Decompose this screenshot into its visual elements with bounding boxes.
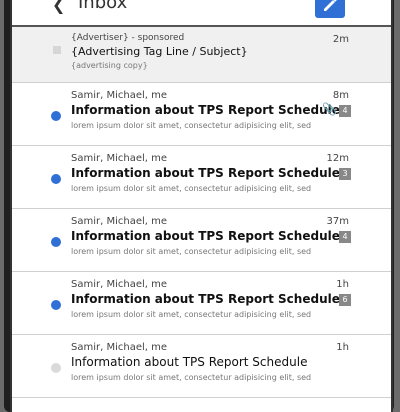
unread-dot <box>51 237 61 247</box>
message-preview: lorem ipsum dolor sit amet, consectetur … <box>71 121 312 130</box>
header: ❮ Inbox <box>12 0 391 27</box>
message-sender: Samir, Michael, me <box>71 216 168 227</box>
thread-count-badge: 6 <box>339 294 351 306</box>
message-preview: lorem ipsum dolor sit amet, consectetur … <box>71 310 312 319</box>
page-title: Inbox <box>78 0 128 13</box>
ad-sender: {Advertiser} - sponsored <box>71 33 185 43</box>
chevron-left-icon[interactable]: ❮ <box>52 0 70 14</box>
sponsored-row[interactable]: {Advertiser} - sponsored 2m {Advertising… <box>12 27 391 83</box>
message-time: 1h <box>336 342 349 353</box>
paperclip-icon: 📎 <box>322 102 337 116</box>
message-row[interactable]: Samir, Michael, me 37m Information about… <box>12 209 391 272</box>
pencil-icon <box>324 0 337 11</box>
message-preview: lorem ipsum dolor sit amet, consectetur … <box>71 184 312 193</box>
message-subject: Information about TPS Report Schedule <box>71 292 340 306</box>
message-time: 1h <box>336 279 349 290</box>
ad-preview: {advertising copy} <box>71 61 148 70</box>
message-row[interactable]: Samir, Michael, me 1h Information about … <box>12 335 391 398</box>
unread-dot <box>51 300 61 310</box>
message-preview: lorem ipsum dolor sit amet, consectetur … <box>71 373 312 382</box>
message-subject: Information about TPS Report Schedule <box>71 229 340 243</box>
thread-count-badge: 4 <box>339 231 351 243</box>
message-row[interactable]: Samir, Michael, me 8m Information about … <box>12 83 391 146</box>
compose-button[interactable] <box>315 0 345 18</box>
ad-subject: {Advertising Tag Line / Subject} <box>71 45 248 58</box>
message-time: 37m <box>326 216 349 227</box>
message-subject: Information about TPS Report Schedule <box>71 166 340 180</box>
read-dot <box>51 363 61 373</box>
ad-marker <box>53 46 61 54</box>
ad-time: 2m <box>332 34 349 45</box>
thread-count-badge: 4 <box>339 105 351 117</box>
unread-dot <box>51 174 61 184</box>
thread-count-badge: 3 <box>339 168 351 180</box>
message-sender: Samir, Michael, me <box>71 90 168 101</box>
message-list: {Advertiser} - sponsored 2m {Advertising… <box>12 27 391 398</box>
message-subject: Information about TPS Report Schedule <box>71 355 308 369</box>
message-sender: Samir, Michael, me <box>71 279 168 290</box>
message-sender: Samir, Michael, me <box>71 153 168 164</box>
message-time: 8m <box>332 90 349 101</box>
message-preview: lorem ipsum dolor sit amet, consectetur … <box>71 247 312 256</box>
message-sender: Samir, Michael, me <box>71 342 168 353</box>
message-row[interactable]: Samir, Michael, me 12m Information about… <box>12 146 391 209</box>
message-time: 12m <box>326 153 349 164</box>
message-row[interactable]: Samir, Michael, me 1h Information about … <box>12 272 391 335</box>
phone-screen: ❮ Inbox {Advertiser} - sponsored 2m {Adv… <box>10 0 393 412</box>
message-subject: Information about TPS Report Schedule <box>71 103 340 117</box>
unread-dot <box>51 111 61 121</box>
